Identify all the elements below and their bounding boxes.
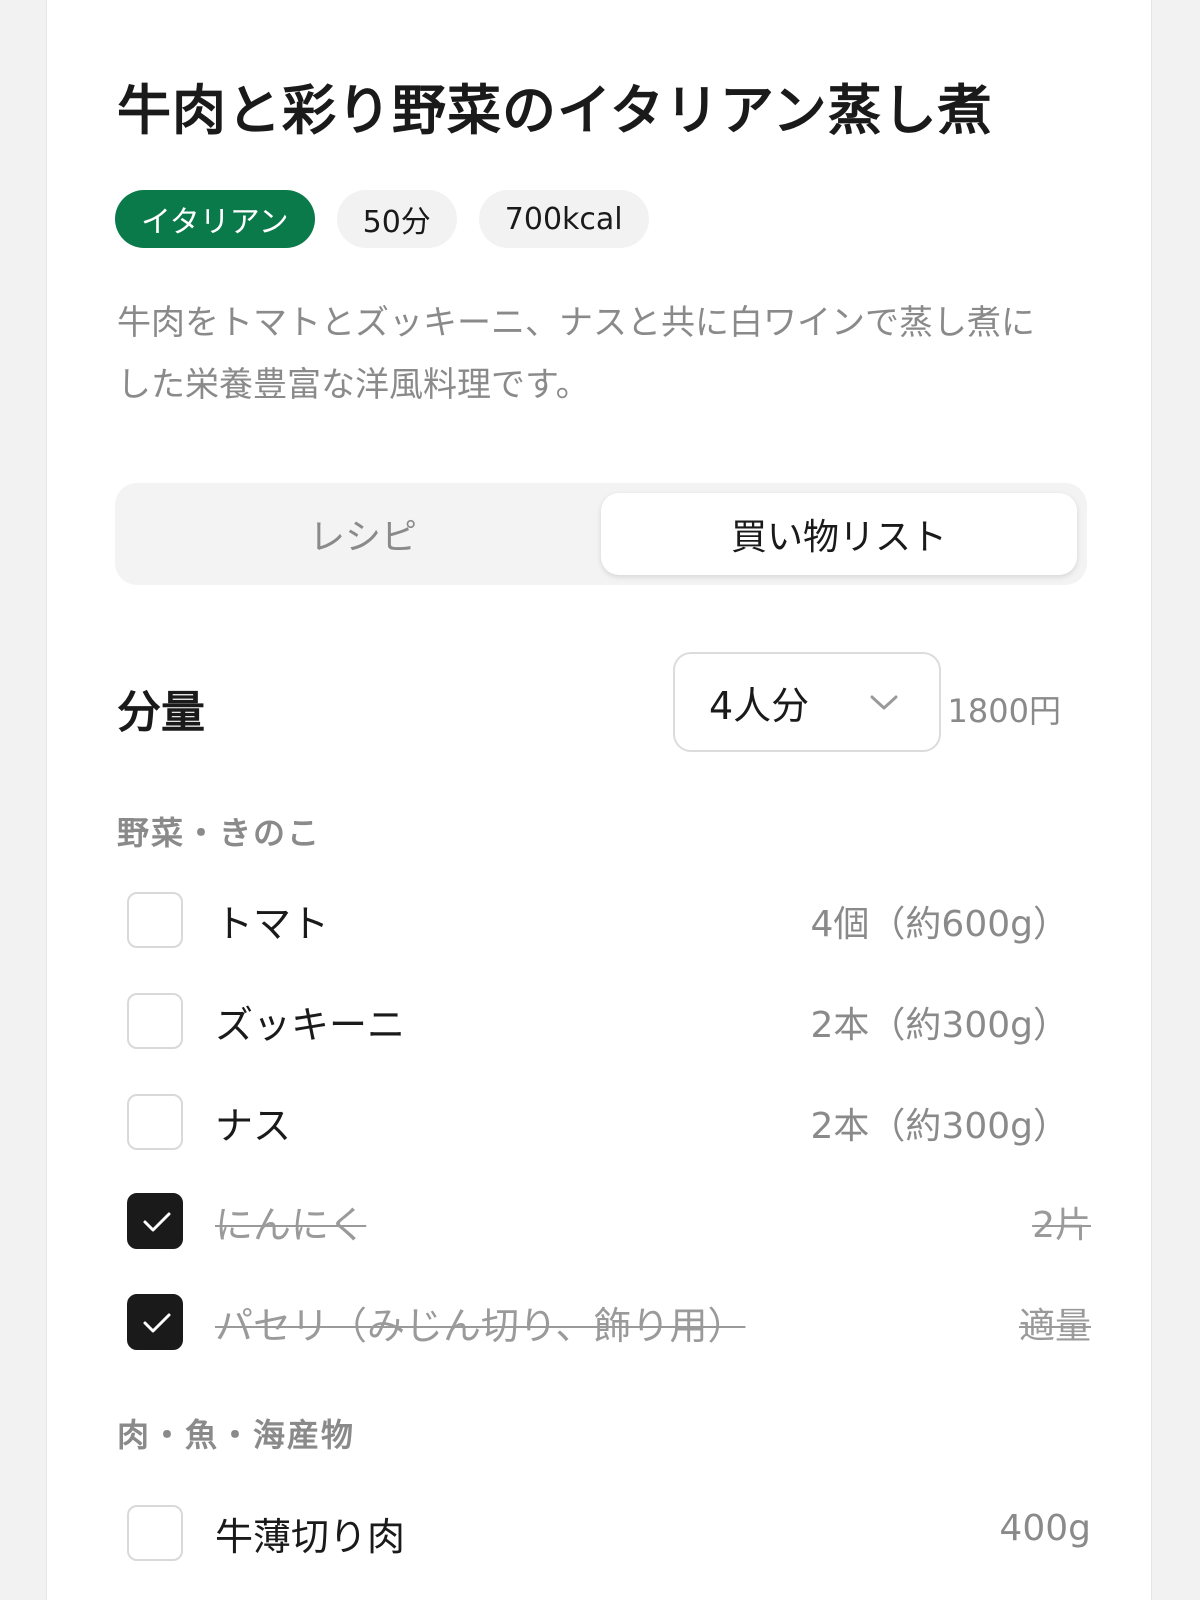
list-item[interactable]: にんにく 2片 xyxy=(127,1190,1091,1250)
item-name: パセリ（みじん切り、飾り用） xyxy=(215,1304,746,1348)
item-quantity: 400g xyxy=(999,1508,1091,1549)
list-item[interactable]: ズッキーニ 2本（約300g） xyxy=(127,990,1091,1050)
item-quantity: 2片 xyxy=(1032,1205,1091,1246)
tag-list: イタリアン 50分 700kcal xyxy=(115,190,649,248)
servings-value: 4人分 xyxy=(709,683,810,728)
servings-select[interactable]: 4人分 xyxy=(673,652,941,752)
recipe-card: 牛肉と彩り野菜のイタリアン蒸し煮 イタリアン 50分 700kcal 牛肉をトマ… xyxy=(46,0,1152,1600)
list-item[interactable]: トマト 4個（約600g） xyxy=(127,889,1091,949)
list-item[interactable]: 牛薄切り肉 400g xyxy=(127,1502,1091,1562)
item-checkbox-checked[interactable] xyxy=(127,1193,183,1249)
checkmark-icon xyxy=(143,1313,171,1333)
item-quantity: 4個（約600g） xyxy=(810,904,1069,945)
item-quantity: 2本（約300g） xyxy=(810,1106,1069,1147)
time-tag: 50分 xyxy=(336,190,457,248)
item-quantity: 適量 xyxy=(1018,1306,1091,1347)
servings-label: 分量 xyxy=(117,687,205,738)
total-price: 1800円 xyxy=(947,692,1061,730)
item-checkbox[interactable] xyxy=(127,1094,183,1150)
item-checkbox[interactable] xyxy=(127,892,183,948)
recipe-description: 牛肉をトマトとズッキーニ、ナスと共に白ワインで蒸し煮にした栄養豊富な洋風料理です… xyxy=(117,303,1035,405)
item-name: ズッキーニ xyxy=(215,1003,406,1047)
item-checkbox[interactable] xyxy=(127,993,183,1049)
item-name: トマト xyxy=(215,902,330,946)
item-name: にんにく xyxy=(215,1203,367,1247)
tab-shopping-list[interactable]: 買い物リスト xyxy=(601,493,1077,575)
list-item[interactable]: パセリ（みじん切り、飾り用） 適量 xyxy=(127,1291,1091,1351)
cuisine-tag: イタリアン xyxy=(115,190,315,248)
item-checkbox[interactable] xyxy=(127,1505,183,1561)
calorie-tag: 700kcal xyxy=(478,190,649,248)
tab-recipe[interactable]: レシピ xyxy=(125,493,601,575)
checkmark-icon xyxy=(143,1212,171,1232)
chevron-down-icon xyxy=(870,695,898,710)
view-tabs: レシピ 買い物リスト xyxy=(115,483,1087,585)
section-title: 肉・魚・海産物 xyxy=(117,1416,356,1454)
section-title: 野菜・きのこ xyxy=(117,814,322,852)
item-checkbox-checked[interactable] xyxy=(127,1294,183,1350)
item-name: 牛薄切り肉 xyxy=(215,1515,406,1559)
recipe-title: 牛肉と彩り野菜のイタリアン蒸し煮 xyxy=(117,79,993,142)
item-name: ナス xyxy=(215,1104,292,1148)
item-quantity: 2本（約300g） xyxy=(810,1005,1069,1046)
list-item[interactable]: ナス 2本（約300g） xyxy=(127,1091,1091,1151)
